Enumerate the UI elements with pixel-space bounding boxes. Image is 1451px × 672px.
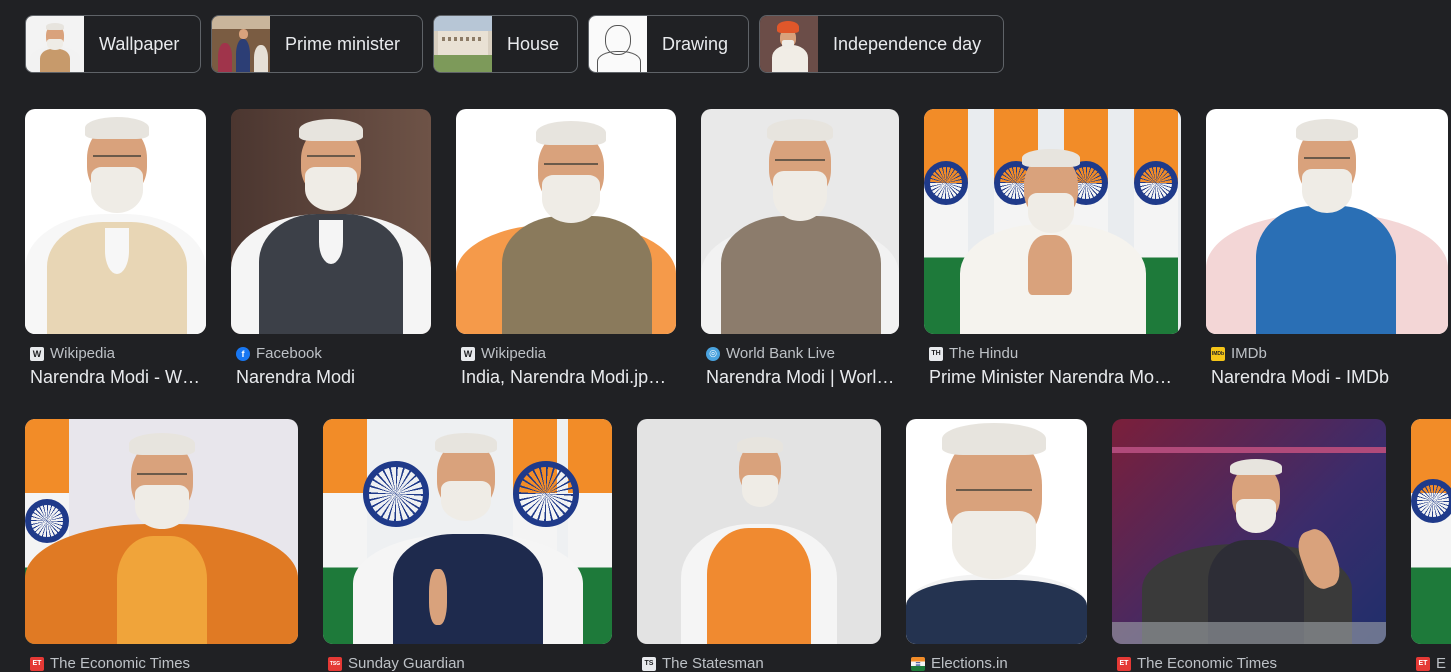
world-bank-icon: ◎ — [706, 346, 720, 361]
result-image[interactable] — [637, 419, 881, 644]
chip-prime-minister[interactable]: Prime minister — [211, 15, 423, 73]
chip-label: Independence day — [833, 33, 982, 54]
result-source[interactable]: TH The Hindu — [929, 345, 1018, 362]
chip-drawing[interactable]: Drawing — [588, 15, 749, 73]
chip-thumbnail — [589, 16, 647, 72]
chip-thumbnail — [434, 16, 492, 72]
result-source[interactable]: f Facebook — [236, 345, 322, 362]
chip-independence-day[interactable]: Independence day — [759, 15, 1004, 73]
result-image[interactable] — [1411, 419, 1451, 644]
result-source[interactable]: IMDb IMDb — [1211, 345, 1267, 362]
result-source[interactable]: TS The Statesman — [642, 655, 764, 672]
economic-times-icon: ET — [1117, 656, 1131, 671]
result-image[interactable] — [323, 419, 612, 644]
chip-thumbnail — [212, 16, 270, 72]
result-source-label: Elections.in — [931, 655, 1008, 672]
result-source-label: World Bank Live — [726, 345, 835, 362]
chip-label: Wallpaper — [99, 33, 180, 54]
the-hindu-icon: TH — [929, 346, 943, 361]
result-source-label: IMDb — [1231, 345, 1267, 362]
result-title[interactable]: India, Narendra Modi.jp… — [461, 367, 675, 388]
chip-label: Prime minister — [285, 33, 401, 54]
result-source[interactable]: W Wikipedia — [461, 345, 546, 362]
result-title[interactable]: Narendra Modi - IMDb — [1211, 367, 1447, 388]
sunday-guardian-icon: TSG — [328, 656, 342, 671]
result-source[interactable]: ≡ Elections.in — [911, 655, 1008, 672]
result-source[interactable]: ET The Economic Times — [1117, 655, 1277, 672]
result-source-label: Wikipedia — [481, 345, 547, 362]
result-title[interactable]: Narendra Modi — [236, 367, 431, 388]
imdb-icon: IMDb — [1211, 346, 1225, 361]
chip-wallpaper[interactable]: Wallpaper — [25, 15, 201, 73]
image-result[interactable]: ET E — [1411, 419, 1451, 672]
result-source-label: The Hindu — [949, 345, 1019, 362]
result-source[interactable]: ◎ World Bank Live — [706, 345, 835, 362]
chip-thumbnail — [26, 16, 84, 72]
statesman-icon: TS — [642, 656, 656, 671]
result-title[interactable]: Prime Minister Narendra Mo… — [929, 367, 1175, 388]
result-image[interactable] — [1206, 109, 1448, 334]
result-source-label: E — [1436, 655, 1447, 672]
result-image[interactable] — [906, 419, 1087, 644]
chip-house[interactable]: House — [433, 15, 578, 73]
result-image[interactable] — [25, 419, 298, 644]
facebook-icon: f — [236, 346, 250, 361]
result-image[interactable] — [701, 109, 899, 334]
result-source-label: Sunday Guardian — [348, 655, 465, 672]
result-image[interactable] — [25, 109, 206, 334]
elections-in-icon: ≡ — [911, 656, 925, 671]
result-source[interactable]: ET The Economic Times — [30, 655, 190, 672]
result-source-label: Wikipedia — [50, 345, 116, 362]
result-source-label: The Economic Times — [1137, 655, 1278, 672]
wikipedia-icon: W — [461, 346, 475, 361]
result-title[interactable]: Narendra Modi | Worl… — [706, 367, 899, 388]
economic-times-icon: ET — [30, 656, 44, 671]
result-image[interactable] — [456, 109, 676, 334]
result-title[interactable]: Narendra Modi - W… — [30, 367, 206, 388]
chip-thumbnail — [760, 16, 818, 72]
wikipedia-icon: W — [30, 346, 44, 361]
result-image[interactable] — [924, 109, 1181, 334]
result-source[interactable]: W Wikipedia — [30, 345, 115, 362]
chip-label: Drawing — [662, 33, 729, 54]
economic-times-icon: ET — [1416, 656, 1430, 671]
result-source-label: The Economic Times — [50, 655, 191, 672]
result-image[interactable] — [1112, 419, 1386, 644]
result-source[interactable]: ET E — [1416, 655, 1446, 672]
result-source-label: Facebook — [256, 345, 322, 362]
result-source[interactable]: TSG Sunday Guardian — [328, 655, 465, 672]
result-image[interactable] — [231, 109, 431, 334]
chip-label: House — [507, 33, 560, 54]
result-source-label: The Statesman — [662, 655, 764, 672]
